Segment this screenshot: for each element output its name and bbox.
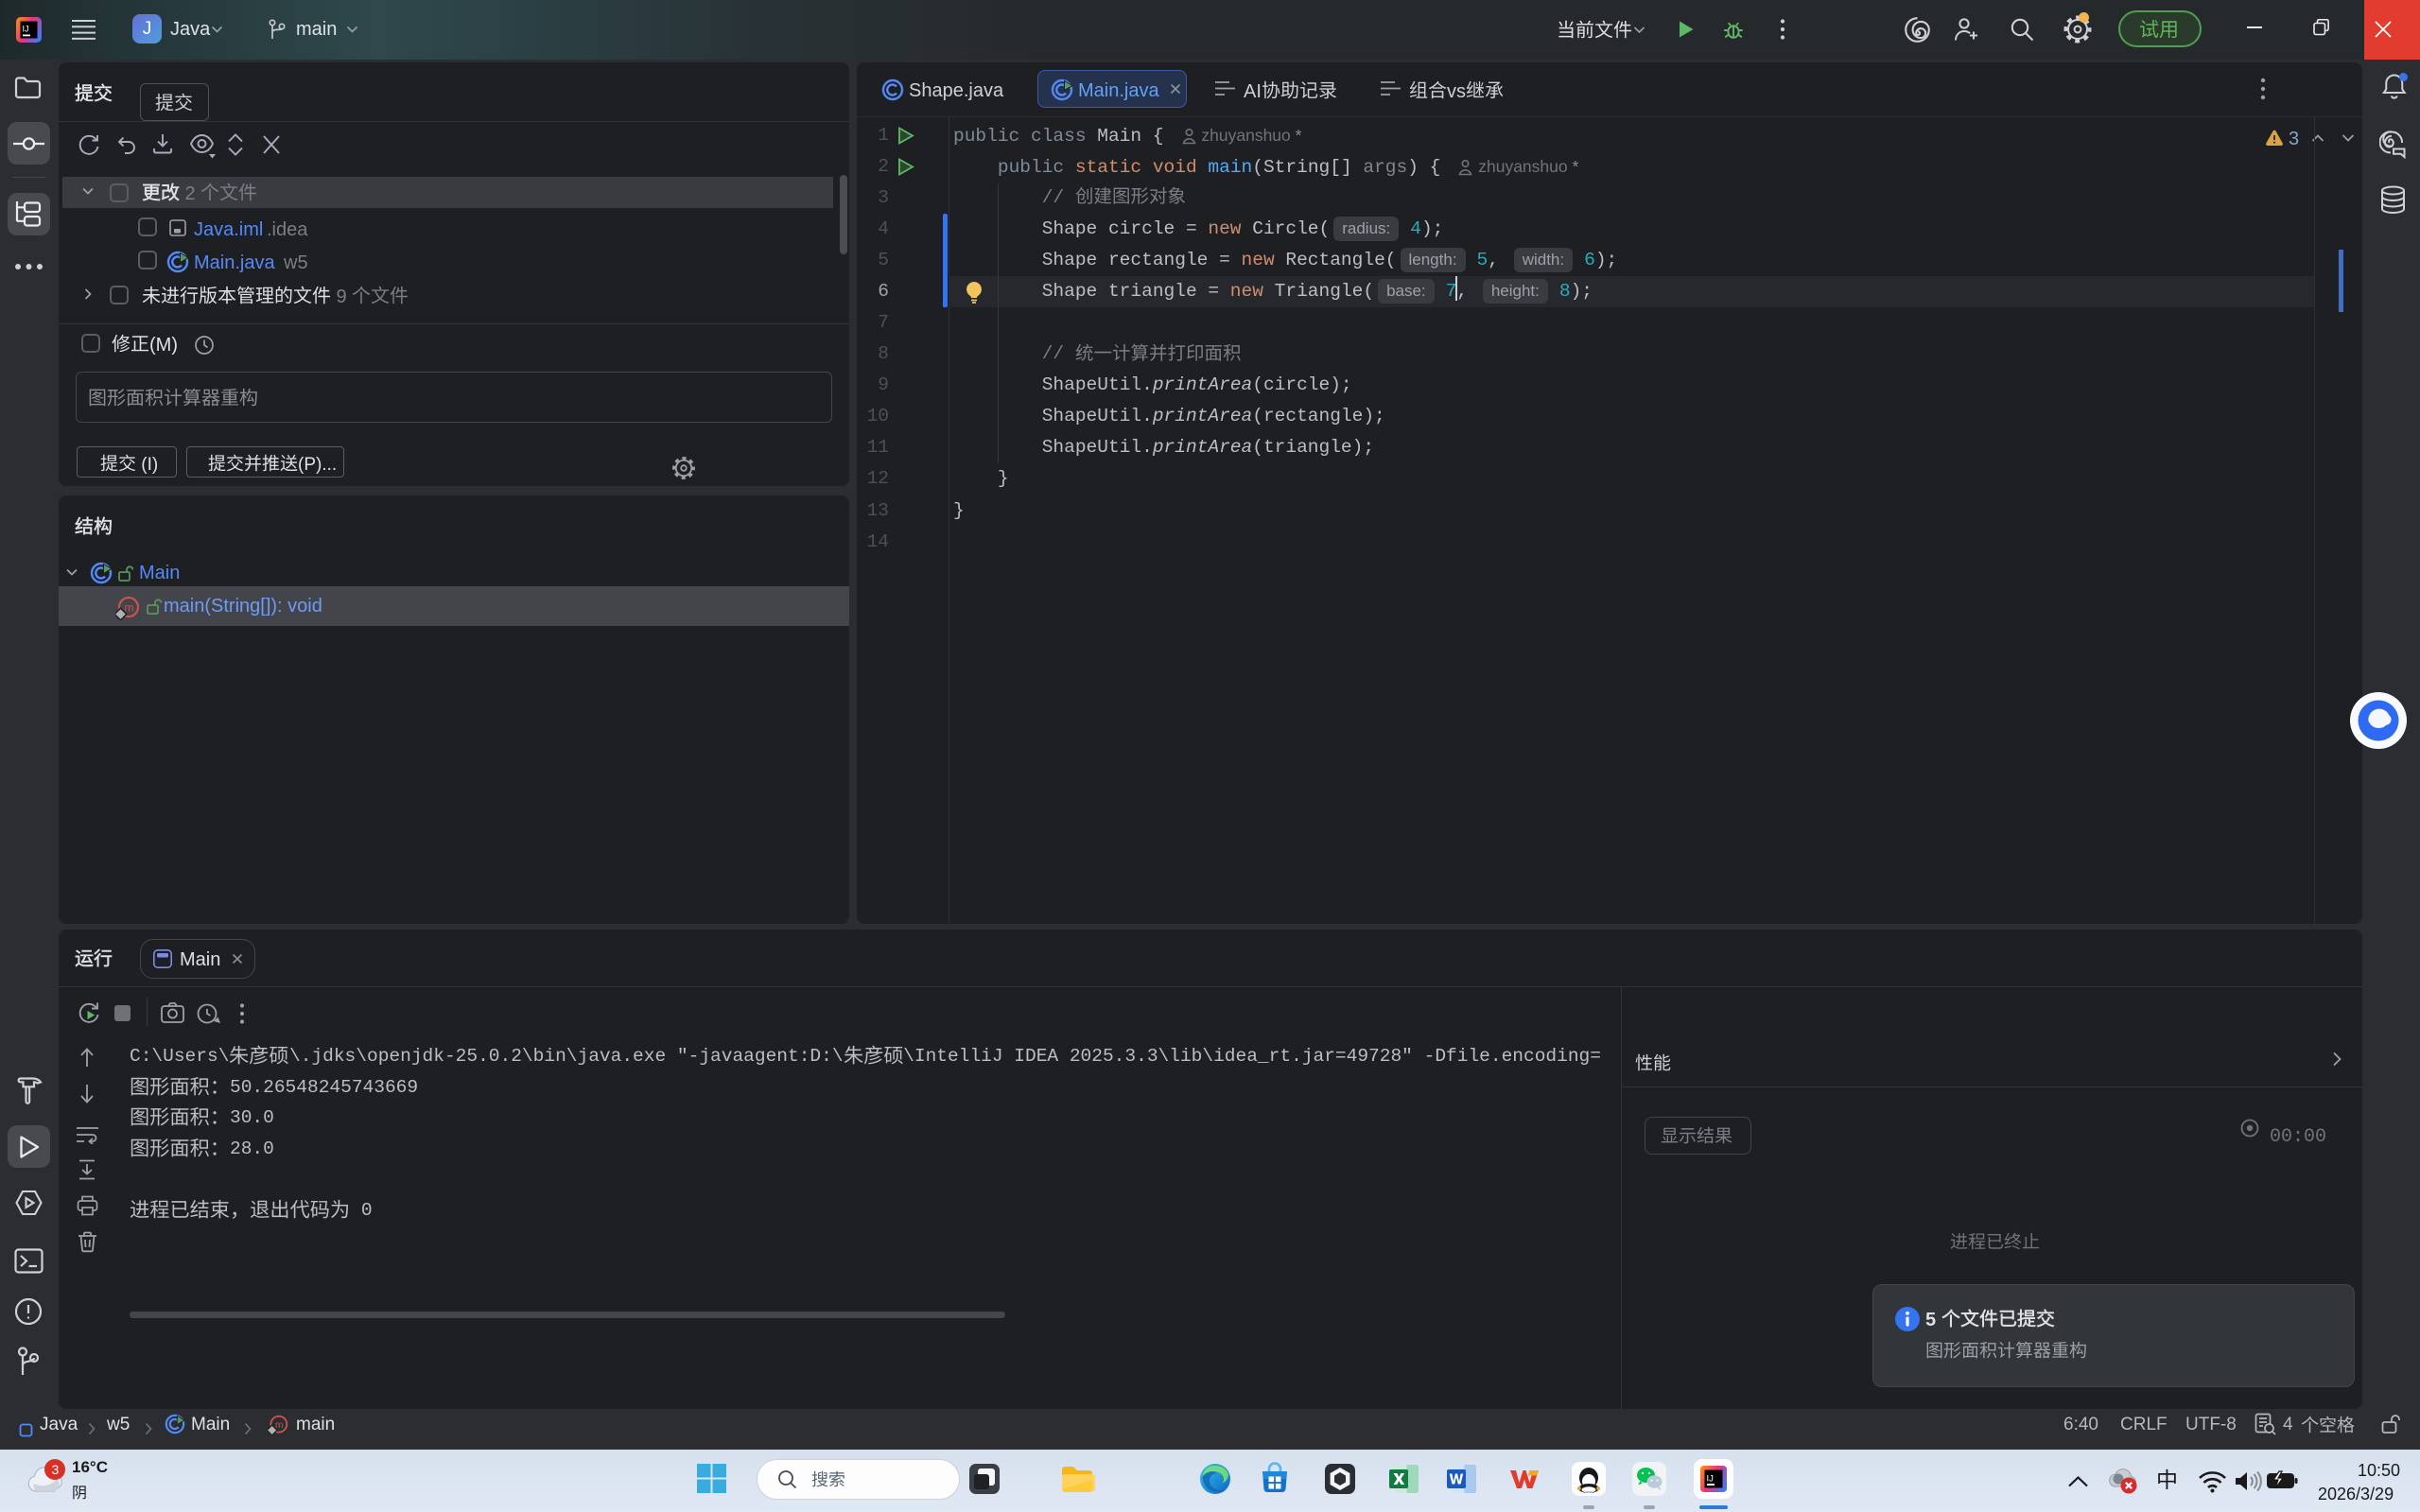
svg-text:IJ: IJ xyxy=(1707,1474,1715,1485)
svg-text:m: m xyxy=(125,601,134,615)
svg-text:3: 3 xyxy=(52,1462,60,1477)
svg-text:IJ: IJ xyxy=(23,25,29,34)
